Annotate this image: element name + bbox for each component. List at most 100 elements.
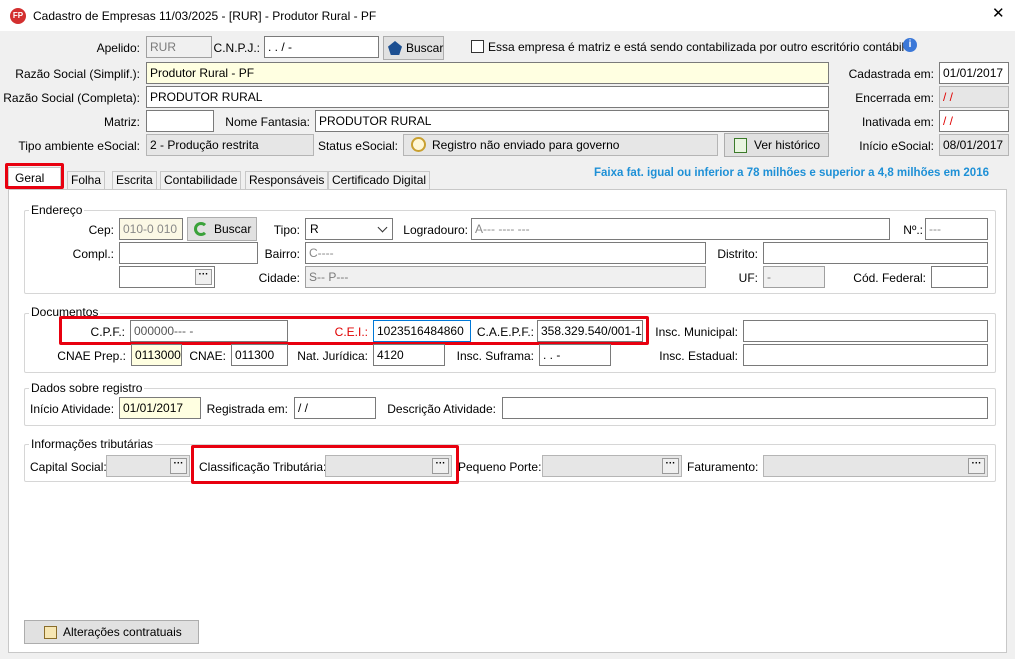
faixa-info: Faixa fat. igual ou inferior a 78 milhõe… <box>594 167 989 179</box>
pequeno-porte-dots-button[interactable]: ··· <box>662 458 679 474</box>
tab-certificado[interactable]: Certificado Digital <box>328 171 431 189</box>
capital-field[interactable]: ··· <box>106 455 190 477</box>
inicio-esocial-field[interactable]: 08/01/2017 <box>939 134 1009 156</box>
descricao-label: Descrição Atividade: <box>387 402 496 416</box>
buscar-cnpj-label: Buscar <box>406 41 444 55</box>
registrada-label: Registrada em: <box>206 402 288 416</box>
insc-municipal-field[interactable] <box>743 320 988 342</box>
close-icon[interactable]: ✕ <box>992 6 1005 21</box>
endereco-title: Endereço <box>29 203 85 217</box>
cnae-prep-field[interactable]: 0113000 <box>131 344 182 366</box>
cod-federal-label: Cód. Federal: <box>853 271 926 285</box>
buscar-cep-label: Buscar <box>214 222 252 236</box>
capital-dots-button[interactable]: ··· <box>170 458 187 474</box>
pequeno-porte-label: Pequeno Porte: <box>458 460 542 474</box>
razao-comp-label: Razão Social (Completa): <box>3 91 140 105</box>
faturamento-label: Faturamento: <box>687 460 759 474</box>
pequeno-porte-field[interactable]: ··· <box>542 455 682 477</box>
cnpj-field[interactable]: . . / - <box>264 36 379 58</box>
tipo-amb-field[interactable]: 2 - Produção restrita <box>146 134 314 156</box>
tab-folha[interactable]: Folha <box>67 171 106 189</box>
razao-comp-field[interactable]: PRODUTOR RURAL <box>146 86 829 108</box>
chevron-down-icon <box>377 222 388 233</box>
insc-municipal-label: Insc. Municipal: <box>655 325 738 339</box>
document-edit-icon <box>44 626 57 639</box>
cnpj-label: C.N.P.J.: <box>213 41 260 55</box>
cnae-field[interactable]: 011300 <box>231 344 288 366</box>
nome-fantasia-field[interactable]: PRODUTOR RURAL <box>315 110 829 132</box>
cidade-field: S-- P--- <box>305 266 706 288</box>
inicio-atividade-field[interactable]: 01/01/2017 <box>119 397 201 419</box>
logradouro-field[interactable]: A--- ---- --- <box>471 218 890 240</box>
cadastrada-label: Cadastrada em: <box>848 67 934 81</box>
inicio-esocial-label: Início eSocial: <box>859 139 934 153</box>
app-icon: FP <box>10 8 26 24</box>
buscar-cep-button[interactable]: Buscar <box>187 217 257 241</box>
status-esocial-label: Status eSocial: <box>317 139 398 153</box>
cep-field[interactable]: 010-0 010 <box>119 218 183 240</box>
tipo-select[interactable]: R <box>305 218 393 240</box>
compl-field[interactable] <box>119 242 258 264</box>
distrito-label: Distrito: <box>717 247 758 261</box>
alteracoes-label: Alterações contratuais <box>63 625 182 639</box>
tipo-value: R <box>310 222 319 236</box>
nat-juridica-field[interactable]: 4120 <box>373 344 445 366</box>
documents-highlight <box>59 316 649 345</box>
uf-field: - <box>763 266 825 288</box>
encerrada-field[interactable]: / / <box>939 86 1009 108</box>
tab-responsaveis[interactable]: Responsáveis <box>245 171 329 189</box>
historico-icon <box>734 138 747 153</box>
inicio-atividade-label: Início Atividade: <box>30 402 115 416</box>
buscar-cnpj-button[interactable]: Buscar <box>383 36 444 60</box>
matriz-field[interactable] <box>146 110 214 132</box>
registrada-field[interactable]: / / <box>294 397 376 419</box>
numero-label: Nº.: <box>903 223 923 237</box>
apelido-label: Apelido: <box>96 41 140 55</box>
insc-suframa-label: Insc. Suframa: <box>456 349 534 363</box>
matriz-label: Matriz: <box>104 115 140 129</box>
cod-federal-field[interactable] <box>931 266 988 288</box>
status-esocial-value: Registro não enviado para governo <box>432 138 620 152</box>
distrito-field[interactable] <box>763 242 988 264</box>
descricao-field[interactable] <box>502 397 988 419</box>
tipo-label: Tipo: <box>273 223 300 237</box>
alteracoes-button[interactable]: Alterações contratuais <box>24 620 199 644</box>
title-bar: FP Cadastro de Empresas 11/03/2025 - [RU… <box>0 0 1015 31</box>
insc-estadual-field[interactable] <box>743 344 988 366</box>
apelido-field[interactable]: RUR <box>146 36 212 58</box>
tab-contabilidade[interactable]: Contabilidade <box>160 171 242 189</box>
capital-label: Capital Social: <box>30 460 107 474</box>
cidade-label: Cidade: <box>258 271 300 285</box>
municipio-dots-button[interactable]: ··· <box>195 269 212 285</box>
razao-simpl-field[interactable]: Produtor Rural - PF <box>146 62 829 84</box>
compl-label: Compl.: <box>72 247 114 261</box>
encerrada-label: Encerrada em: <box>855 91 934 105</box>
ver-historico-label: Ver histórico <box>754 138 821 152</box>
cnae-label: CNAE: <box>189 349 226 363</box>
ver-historico-button[interactable]: Ver histórico <box>724 133 829 157</box>
nome-fantasia-label: Nome Fantasia: <box>225 115 310 129</box>
tipo-amb-label: Tipo ambiente eSocial: <box>18 139 140 153</box>
matriz-checkbox-label: Essa empresa é matriz e está sendo conta… <box>488 40 905 54</box>
receita-icon <box>388 41 402 55</box>
info-icon[interactable]: i <box>903 38 917 52</box>
insc-suframa-field[interactable]: . . - <box>539 344 611 366</box>
inativada-label: Inativada em: <box>861 115 934 129</box>
municipio-lookup-field[interactable]: ··· <box>119 266 215 288</box>
bairro-field[interactable]: C---- <box>305 242 706 264</box>
window-title: Cadastro de Empresas 11/03/2025 - [RUR] … <box>33 9 377 23</box>
faturamento-field[interactable]: ··· <box>763 455 988 477</box>
numero-field[interactable]: --- <box>925 218 988 240</box>
matriz-checkbox[interactable] <box>471 40 484 53</box>
inativada-field[interactable]: / / <box>939 110 1009 132</box>
cadastrada-field[interactable]: 01/01/2017 <box>939 62 1009 84</box>
tab-escrita[interactable]: Escrita <box>112 171 157 189</box>
faturamento-dots-button[interactable]: ··· <box>968 458 985 474</box>
nat-juridica-label: Nat. Jurídica: <box>297 349 368 363</box>
tributarias-title: Informações tributárias <box>29 437 156 451</box>
insc-estadual-label: Insc. Estadual: <box>659 349 738 363</box>
classificacao-highlight <box>191 445 459 484</box>
registro-title: Dados sobre registro <box>29 381 145 395</box>
cnae-prep-label: CNAE Prep.: <box>57 349 126 363</box>
logradouro-label: Logradouro: <box>403 223 468 237</box>
